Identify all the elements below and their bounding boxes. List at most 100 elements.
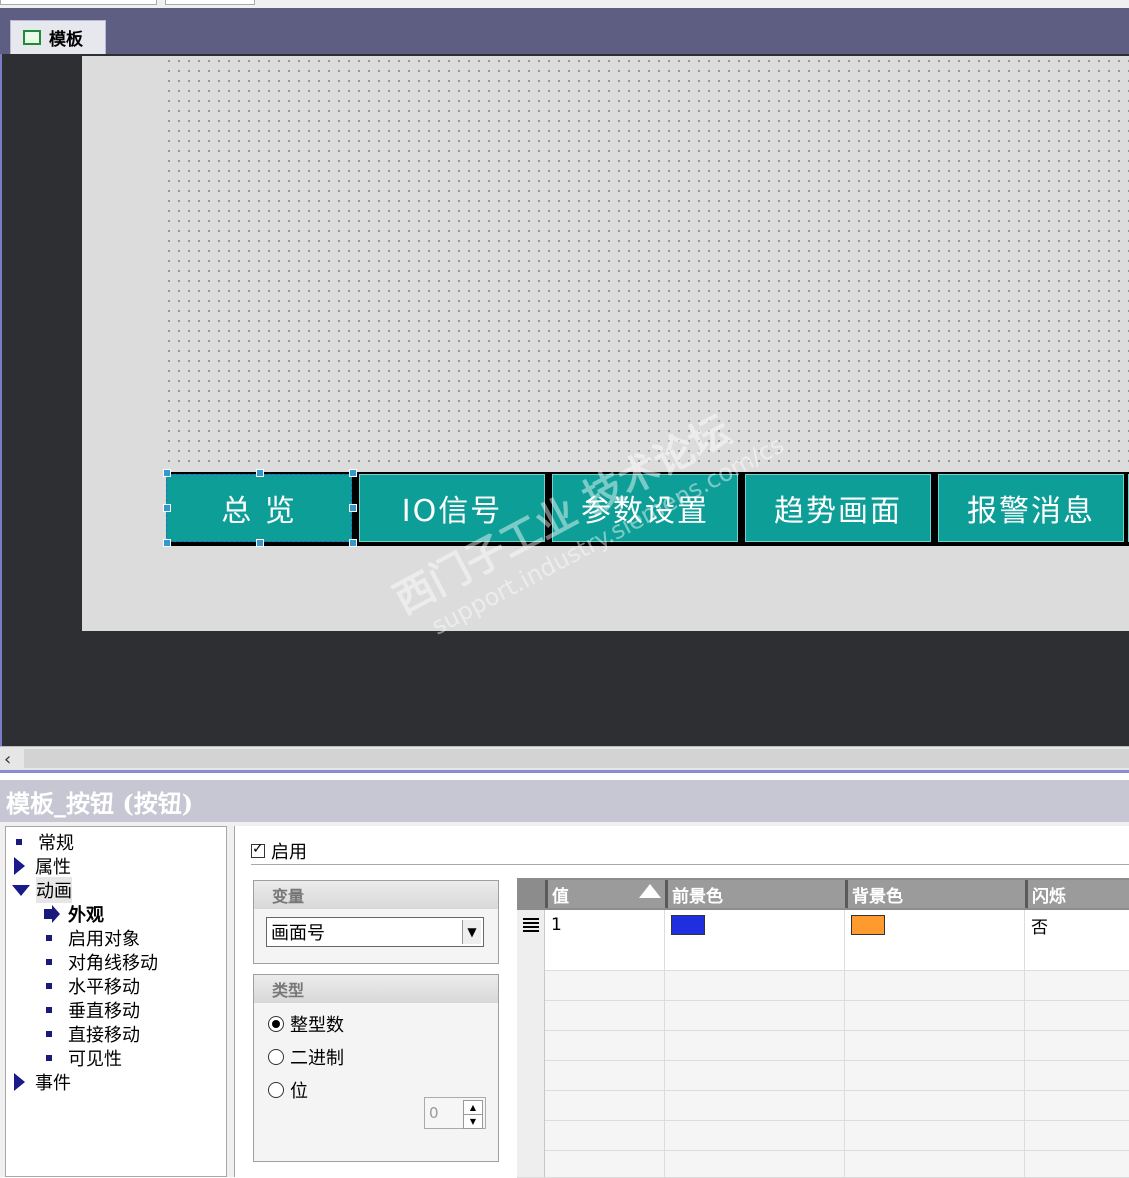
screen-editor[interactable]: 总 览 IO信号 参数设置 趋势画面 报警消息 西门子工业 技术论坛 suppo… bbox=[0, 54, 1129, 746]
scroll-left-icon[interactable]: ‹ bbox=[4, 749, 11, 770]
cell-background[interactable] bbox=[845, 910, 1025, 940]
row-header[interactable] bbox=[517, 1090, 545, 1120]
nav-button-overview[interactable]: 总 览 bbox=[166, 474, 352, 542]
tree-item-horizontal-move[interactable]: 水平移动 bbox=[46, 973, 140, 999]
nav-button-parameters[interactable]: 参数设置 bbox=[552, 474, 738, 542]
table-row-empty[interactable] bbox=[517, 940, 1129, 971]
cell-flash[interactable]: 否 bbox=[1025, 910, 1129, 940]
tree-item-vertical-move[interactable]: 垂直移动 bbox=[46, 997, 140, 1023]
cell[interactable] bbox=[545, 1060, 665, 1090]
cell[interactable] bbox=[665, 1150, 845, 1177]
table-row-empty[interactable] bbox=[517, 970, 1129, 1001]
cell[interactable] bbox=[665, 1090, 845, 1120]
cell[interactable] bbox=[545, 1000, 665, 1030]
row-header[interactable] bbox=[517, 1150, 545, 1177]
selection-handle[interactable] bbox=[349, 539, 357, 547]
column-header-foreground[interactable]: 前景色 bbox=[665, 880, 845, 908]
scrollbar-thumb[interactable] bbox=[24, 749, 1129, 768]
cell[interactable] bbox=[845, 970, 1025, 1000]
color-swatch-blue[interactable] bbox=[671, 915, 705, 935]
cell[interactable] bbox=[665, 970, 845, 1000]
checkbox-checked-icon[interactable] bbox=[251, 841, 265, 858]
sort-ascending-icon[interactable] bbox=[639, 884, 661, 898]
cell[interactable] bbox=[545, 940, 665, 970]
radio-binary[interactable]: 二进制 bbox=[268, 1044, 344, 1070]
cell[interactable] bbox=[665, 1120, 845, 1150]
tree-item-appearance[interactable]: 外观 bbox=[44, 901, 104, 927]
radio-bit[interactable]: 位 bbox=[268, 1077, 308, 1103]
row-header[interactable] bbox=[517, 1030, 545, 1060]
table-row-empty[interactable] bbox=[517, 1150, 1129, 1178]
row-header[interactable] bbox=[517, 1060, 545, 1090]
collapse-arrow-icon[interactable] bbox=[12, 884, 30, 896]
tree-item-direct-move[interactable]: 直接移动 bbox=[46, 1021, 140, 1047]
arrow-up-icon[interactable]: ▲ bbox=[463, 1100, 483, 1115]
tree-item-properties[interactable]: 属性 bbox=[14, 853, 71, 879]
chevron-down-icon[interactable]: ▼ bbox=[462, 920, 481, 944]
cell[interactable] bbox=[845, 1030, 1025, 1060]
cell[interactable] bbox=[545, 970, 665, 1000]
tree-item-visibility[interactable]: 可见性 bbox=[46, 1045, 122, 1071]
row-header[interactable] bbox=[517, 1000, 545, 1030]
selection-handle[interactable] bbox=[163, 469, 171, 477]
tree-item-general[interactable]: 常规 bbox=[16, 829, 74, 855]
tab-template[interactable]: 模板 bbox=[10, 20, 106, 54]
pane-splitter[interactable] bbox=[0, 770, 1129, 780]
cell[interactable] bbox=[665, 940, 845, 970]
cell[interactable] bbox=[845, 1090, 1025, 1120]
radio-integer[interactable]: 整型数 bbox=[268, 1011, 344, 1037]
tree-item-events[interactable]: 事件 bbox=[14, 1069, 71, 1095]
table-row[interactable]: 1 否 bbox=[517, 910, 1129, 941]
expand-arrow-icon[interactable] bbox=[14, 857, 25, 875]
cell[interactable] bbox=[845, 1150, 1025, 1177]
row-header[interactable] bbox=[517, 910, 545, 940]
nav-button-trends[interactable]: 趋势画面 bbox=[745, 474, 931, 542]
column-header-value[interactable]: 值 bbox=[545, 880, 665, 908]
variable-dropdown[interactable]: 画面号 ▼ bbox=[266, 917, 484, 947]
cell-foreground[interactable] bbox=[665, 910, 845, 940]
cell-value[interactable]: 1 bbox=[545, 910, 665, 940]
cell[interactable] bbox=[665, 1060, 845, 1090]
expand-arrow-icon[interactable] bbox=[14, 1073, 25, 1091]
enable-checkbox[interactable]: 启用 bbox=[251, 838, 307, 864]
selection-handle[interactable] bbox=[349, 469, 357, 477]
cell[interactable] bbox=[845, 940, 1025, 970]
nav-button-alarms[interactable]: 报警消息 bbox=[938, 474, 1124, 542]
tree-item-animation[interactable]: 动画 bbox=[12, 877, 72, 903]
cell[interactable] bbox=[545, 1150, 665, 1177]
cell[interactable] bbox=[845, 1060, 1025, 1090]
selection-handle[interactable] bbox=[256, 469, 264, 477]
screen-canvas[interactable]: 总 览 IO信号 参数设置 趋势画面 报警消息 bbox=[82, 56, 1129, 631]
row-header[interactable] bbox=[517, 970, 545, 1000]
bit-number-stepper[interactable]: 0 ▲ ▼ bbox=[424, 1097, 486, 1129]
color-swatch-orange[interactable] bbox=[851, 915, 885, 935]
column-header-background[interactable]: 背景色 bbox=[845, 880, 1025, 908]
radio-selected-icon[interactable] bbox=[268, 1016, 284, 1032]
horizontal-scrollbar[interactable]: ‹ bbox=[0, 746, 1129, 770]
radio-icon[interactable] bbox=[268, 1049, 284, 1065]
cell[interactable] bbox=[845, 1120, 1025, 1150]
cell[interactable] bbox=[545, 1090, 665, 1120]
row-header[interactable] bbox=[517, 1120, 545, 1150]
table-row-empty[interactable] bbox=[517, 1060, 1129, 1091]
tree-item-enable-object[interactable]: 启用对象 bbox=[46, 925, 140, 951]
table-row-empty[interactable] bbox=[517, 1000, 1129, 1031]
cell[interactable] bbox=[665, 1000, 845, 1030]
cell[interactable] bbox=[665, 1030, 845, 1060]
table-row-empty[interactable] bbox=[517, 1120, 1129, 1151]
grid-area[interactable] bbox=[164, 56, 1129, 466]
cell[interactable] bbox=[545, 1030, 665, 1060]
radio-icon[interactable] bbox=[268, 1082, 284, 1098]
table-row-empty[interactable] bbox=[517, 1090, 1129, 1121]
selection-handle[interactable] bbox=[163, 539, 171, 547]
arrow-down-icon[interactable]: ▼ bbox=[463, 1114, 483, 1129]
cell[interactable] bbox=[545, 1120, 665, 1150]
tree-item-diagonal-move[interactable]: 对角线移动 bbox=[46, 949, 158, 975]
row-header[interactable] bbox=[517, 940, 545, 970]
column-header-flash[interactable]: 闪烁 bbox=[1025, 880, 1129, 908]
selection-handle[interactable] bbox=[349, 504, 357, 512]
nav-button-io-signals[interactable]: IO信号 bbox=[359, 474, 545, 542]
selection-handle[interactable] bbox=[163, 504, 171, 512]
selection-handle[interactable] bbox=[256, 539, 264, 547]
table-row-empty[interactable] bbox=[517, 1030, 1129, 1061]
